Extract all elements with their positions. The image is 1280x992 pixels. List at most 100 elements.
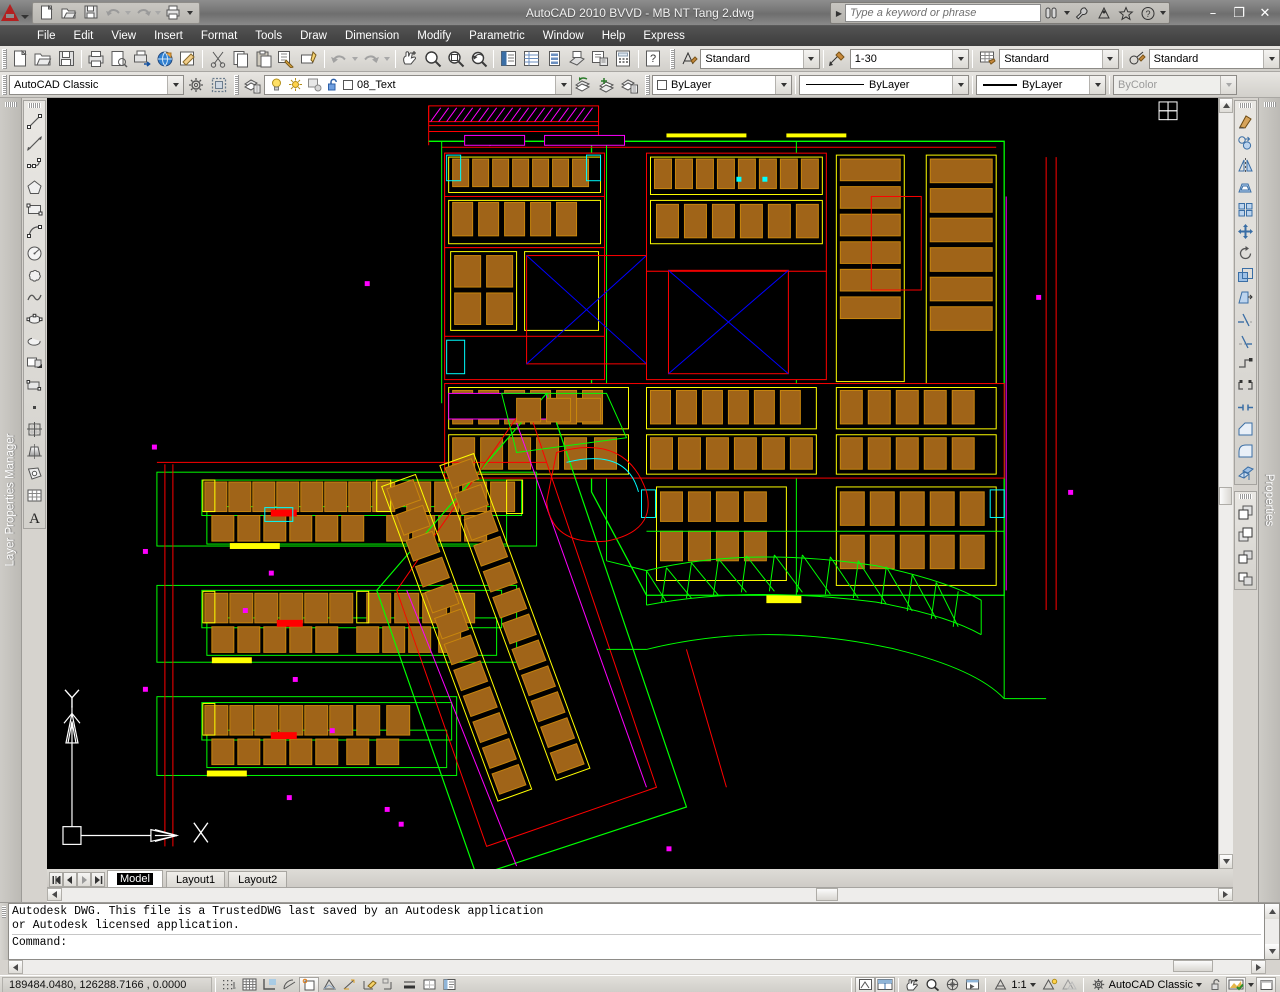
horizontal-scroll-thumb[interactable] bbox=[816, 888, 838, 901]
object-snap-icon[interactable] bbox=[299, 976, 319, 992]
qnew-icon[interactable] bbox=[9, 48, 32, 70]
star-icon[interactable] bbox=[1115, 3, 1137, 23]
allow-ucs-icon[interactable] bbox=[359, 977, 379, 992]
freeze-sun-icon[interactable] bbox=[286, 74, 305, 96]
menu-window[interactable]: Window bbox=[534, 28, 593, 44]
trim-icon[interactable] bbox=[1235, 308, 1256, 330]
chevron-down-icon[interactable] bbox=[1263, 49, 1280, 68]
vertical-scrollbar[interactable] bbox=[1218, 98, 1233, 869]
zoom-previous-icon[interactable] bbox=[467, 48, 490, 70]
tab-model[interactable]: Model bbox=[107, 870, 163, 887]
sheetset-icon[interactable] bbox=[566, 48, 589, 70]
minimize-button[interactable]: – bbox=[1202, 6, 1224, 21]
layer-properties-icon[interactable] bbox=[241, 74, 264, 96]
menu-parametric[interactable]: Parametric bbox=[460, 28, 534, 44]
join-icon[interactable] bbox=[1235, 396, 1256, 418]
clean-screen-icon[interactable] bbox=[1256, 976, 1276, 992]
restore-button[interactable]: ❐ bbox=[1228, 6, 1250, 21]
polygon-icon[interactable] bbox=[24, 176, 45, 198]
properties-toolbar-grip[interactable] bbox=[645, 74, 650, 95]
copy-icon[interactable] bbox=[1235, 132, 1256, 154]
first-tab-button[interactable] bbox=[49, 872, 63, 887]
steering-wheel-icon[interactable] bbox=[942, 977, 962, 992]
fillet-icon[interactable] bbox=[1235, 440, 1256, 462]
plot-icon[interactable] bbox=[162, 3, 184, 23]
toolbar-grip[interactable] bbox=[2, 48, 7, 69]
paste-icon[interactable] bbox=[252, 48, 275, 70]
workspaces-toolbar-grip[interactable] bbox=[2, 74, 7, 95]
chevron-down-icon[interactable] bbox=[802, 49, 819, 68]
open-icon[interactable] bbox=[32, 48, 55, 70]
search-input[interactable]: Type a keyword or phrase bbox=[845, 4, 1041, 22]
workspace-lock-icon[interactable] bbox=[207, 74, 230, 96]
markup-icon[interactable] bbox=[176, 48, 199, 70]
menu-draw[interactable]: Draw bbox=[291, 28, 336, 44]
toolbar-grip[interactable] bbox=[1239, 494, 1252, 499]
command-vertical-scrollbar[interactable] bbox=[1265, 903, 1280, 960]
application-menu-button[interactable] bbox=[0, 0, 30, 26]
new-icon[interactable] bbox=[36, 3, 58, 23]
horizontal-scrollbar[interactable] bbox=[47, 887, 1233, 902]
chevron-down-icon[interactable] bbox=[775, 75, 791, 94]
status-tray-icon[interactable] bbox=[1226, 976, 1246, 992]
command-h-track[interactable] bbox=[23, 960, 1251, 974]
zoom-realtime-icon[interactable] bbox=[421, 48, 444, 70]
matchprop-icon[interactable] bbox=[275, 48, 298, 70]
scroll-right-arrow[interactable] bbox=[1218, 888, 1233, 901]
layers-toolbar-grip[interactable] bbox=[234, 74, 239, 95]
last-tab-button[interactable] bbox=[91, 872, 105, 887]
workspace-settings-icon[interactable] bbox=[184, 74, 207, 96]
save-icon[interactable] bbox=[80, 3, 102, 23]
blockeditor-icon[interactable] bbox=[298, 48, 321, 70]
undo-dropdown-icon[interactable] bbox=[124, 3, 132, 23]
layer-previous-icon[interactable] bbox=[572, 74, 595, 96]
transparency-icon[interactable] bbox=[419, 977, 439, 992]
bring-above-object-icon[interactable] bbox=[1235, 545, 1256, 567]
dock-grip[interactable] bbox=[1264, 102, 1276, 107]
stretch-icon[interactable] bbox=[1235, 286, 1256, 308]
drawing-canvas[interactable] bbox=[47, 98, 1218, 869]
insert-block-icon[interactable] bbox=[24, 352, 45, 374]
dynamic-input-icon[interactable] bbox=[379, 977, 399, 992]
send-to-back-icon[interactable] bbox=[1235, 523, 1256, 545]
spline-icon[interactable] bbox=[24, 286, 45, 308]
tab-layout1[interactable]: Layout1 bbox=[165, 871, 226, 887]
mirror-icon[interactable] bbox=[1235, 154, 1256, 176]
coordinates-display[interactable]: 189484.0480, 126288.7166 , 0.0000 bbox=[2, 976, 212, 992]
unlock-icon[interactable] bbox=[324, 74, 343, 96]
command-horizontal-scrollbar[interactable] bbox=[0, 960, 1280, 975]
zoom-icon[interactable] bbox=[922, 977, 942, 992]
menu-express[interactable]: Express bbox=[634, 28, 694, 44]
next-tab-button[interactable] bbox=[77, 872, 91, 887]
showmotion-icon[interactable] bbox=[962, 977, 982, 992]
table-icon[interactable] bbox=[24, 484, 45, 506]
region-icon[interactable] bbox=[24, 462, 45, 484]
styles-toolbar-grip[interactable] bbox=[670, 48, 676, 69]
send-under-object-icon[interactable] bbox=[1235, 567, 1256, 589]
markupset-icon[interactable] bbox=[589, 48, 612, 70]
open-icon[interactable] bbox=[58, 3, 80, 23]
chevron-down-icon[interactable] bbox=[952, 49, 969, 68]
chevron-down-icon[interactable] bbox=[555, 75, 571, 94]
toolbar-grip[interactable] bbox=[1239, 103, 1252, 108]
array-icon[interactable] bbox=[1235, 198, 1256, 220]
redo-icon[interactable] bbox=[132, 3, 154, 23]
properties-icon[interactable] bbox=[497, 48, 520, 70]
chevron-down-icon[interactable] bbox=[167, 75, 183, 94]
break-icon[interactable] bbox=[1235, 352, 1256, 374]
hatch-icon[interactable] bbox=[24, 418, 45, 440]
workspace-combo[interactable]: AutoCAD Classic bbox=[9, 74, 184, 95]
menu-help[interactable]: Help bbox=[593, 28, 635, 44]
help-icon[interactable]: ? bbox=[1137, 3, 1159, 23]
chevron-down-icon[interactable] bbox=[1101, 49, 1118, 68]
qat-dropdown-icon[interactable] bbox=[184, 3, 196, 23]
3d-object-snap-icon[interactable] bbox=[319, 977, 339, 992]
redo-dropdown-icon[interactable] bbox=[154, 3, 162, 23]
command-prompt[interactable]: Command: bbox=[12, 936, 1261, 950]
undo-icon[interactable] bbox=[102, 3, 124, 23]
circle-icon[interactable] bbox=[24, 242, 45, 264]
object-snap-tracking-icon[interactable] bbox=[339, 977, 359, 992]
undo-icon[interactable] bbox=[328, 48, 351, 70]
vertical-scroll-thumb[interactable] bbox=[1219, 487, 1232, 505]
make-block-icon[interactable] bbox=[24, 374, 45, 396]
